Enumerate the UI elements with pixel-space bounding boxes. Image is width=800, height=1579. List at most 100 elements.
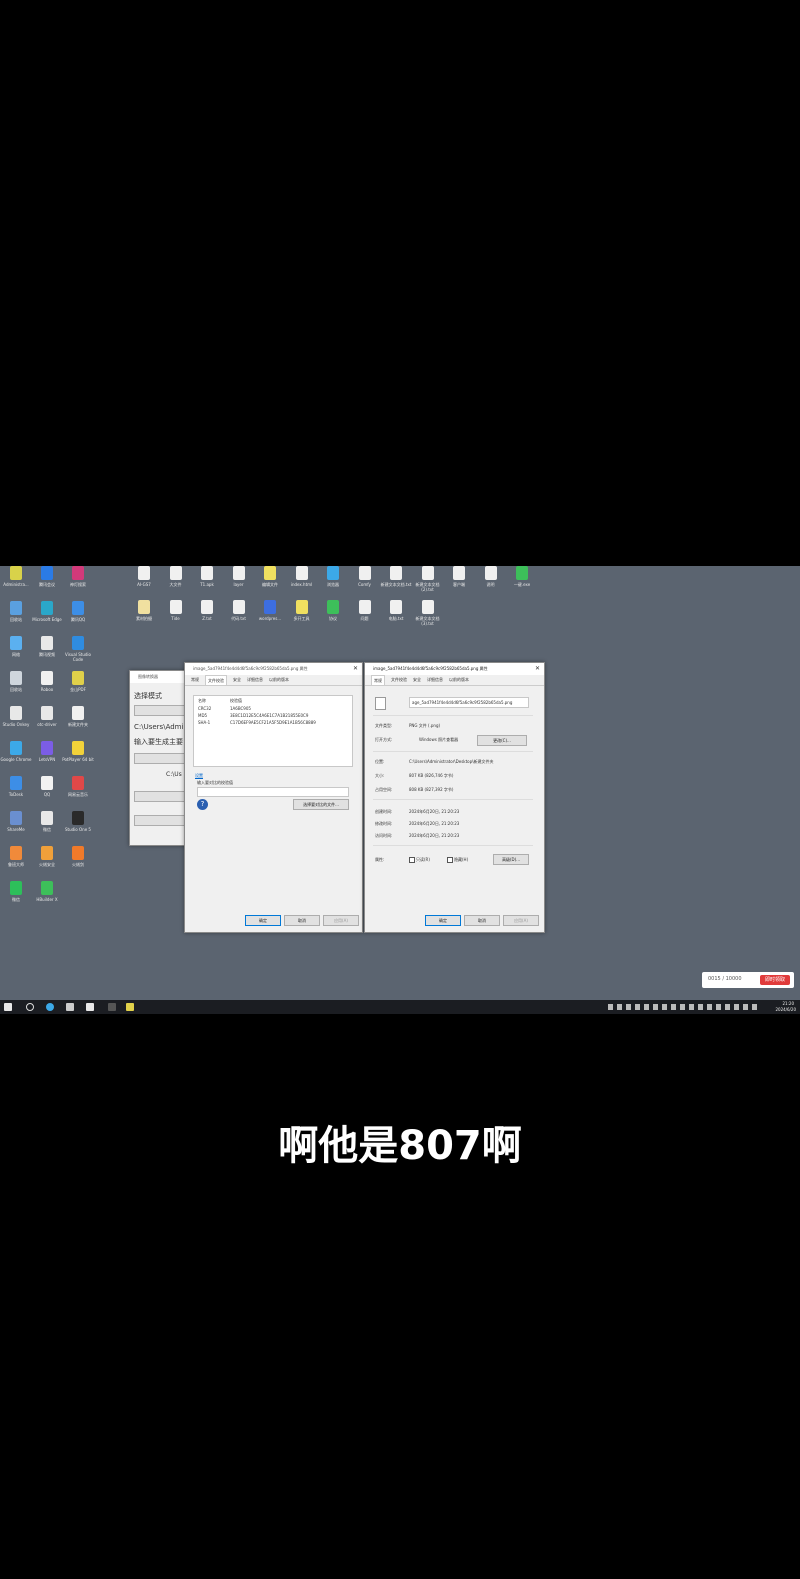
disk-size-label: 占用空间: [375, 787, 393, 792]
desktop-icon[interactable]: 金山PDF [60, 671, 96, 692]
desktop-icon-graphic [264, 600, 276, 614]
bg-app-mode-label: 选择模式 [134, 692, 162, 700]
ok-button[interactable]: 确定 [425, 915, 461, 926]
change-button[interactable]: 更改(C)... [477, 735, 527, 746]
hash-row-name: CRC32 [198, 706, 212, 711]
app-icon[interactable] [108, 1003, 116, 1011]
promo-overlay[interactable]: 0015 / 10000 即时领取 [702, 972, 794, 988]
desktop-icon-graphic [484, 566, 497, 580]
desktop-icon[interactable]: 网易云音乐 [60, 776, 96, 797]
size-label: 大小: [375, 773, 385, 778]
hash-list[interactable]: 名称 校验值 CRC32 1A6BC905 MD5 3E8C1D12E5C4A6… [193, 695, 353, 767]
clock-time[interactable]: 21:20 [782, 1001, 794, 1006]
bg-app-titlebar: 图像转换器 [130, 671, 190, 683]
app-icon[interactable] [86, 1003, 94, 1011]
properties-window-hash[interactable]: image_5ad7941f4e4d4d6f5a6c9c9f2582b65da5… [184, 662, 363, 933]
promo-counter: 0015 / 10000 [708, 976, 742, 982]
desktop-icon-graphic [41, 636, 53, 650]
search-icon[interactable] [26, 1003, 34, 1011]
desktop-icon-graphic [72, 636, 84, 650]
bg-app-window[interactable]: 图像转换器 选择模式 C:\Users\Adminis 输入要生成主要 C:\U… [129, 670, 193, 846]
chrome-icon[interactable] [46, 1003, 54, 1011]
apply-button[interactable]: 应用(A) [323, 915, 359, 926]
desktop-icon-graphic [41, 846, 53, 860]
desktop-icon-label: 火绒剑 [72, 862, 84, 867]
desktop-icon-label: 一键.exe [513, 582, 531, 587]
compare-input[interactable] [197, 787, 349, 797]
desktop-icon-graphic [327, 600, 339, 614]
settings-link[interactable]: 设置 [195, 773, 203, 779]
desktop-icon[interactable]: 新建文件夹 [60, 706, 96, 727]
desktop-icon-graphic [41, 601, 53, 615]
open-with-label: 打开方式: [375, 737, 393, 742]
filename-input[interactable]: age_5ad7941f4e4d4d6f5a6c9c9f2582b65da5.p… [409, 697, 529, 708]
hidden-checkbox[interactable] [447, 857, 453, 863]
tab-bar: 常规 文件校验 安全 详细信息 以前的版本 [365, 675, 544, 686]
tray-icons [608, 1004, 760, 1010]
tab-file-hash[interactable]: 文件校验 [391, 675, 407, 685]
start-icon[interactable] [4, 1003, 12, 1011]
hidden-label: 隐藏(H) [454, 857, 469, 862]
cancel-button[interactable]: 取消 [284, 915, 320, 926]
desktop-icon[interactable]: 神灯搜索 [60, 566, 96, 587]
desktop-icon-graphic [10, 566, 22, 580]
ok-button[interactable]: 确定 [245, 915, 281, 926]
bg-app-button-4[interactable] [134, 815, 188, 826]
tab-details[interactable]: 详细信息 [247, 675, 263, 685]
desktop-icon[interactable]: 一键.exe [504, 566, 540, 587]
desktop-icon[interactable]: PotPlayer 64 bit [60, 741, 96, 762]
hash-row-value: C17D6EF9AE5CF21A5F5D9E1A1B56C8889 [230, 720, 316, 725]
readonly-checkbox[interactable] [409, 857, 415, 863]
tab-general[interactable]: 常规 [191, 675, 199, 685]
desktop-icon-graphic [10, 776, 22, 790]
tab-file-hash[interactable]: 文件校验 [205, 675, 227, 685]
bg-app-button-1[interactable] [134, 705, 188, 716]
compare-label: 输入要对比的校验值 [197, 780, 233, 785]
desktop-icon-label: 新建文本文档(3).txt [415, 616, 440, 626]
desktop-icon[interactable]: 新建文本文档(3).txt [410, 600, 446, 626]
desktop-icon[interactable]: HBuilder X [29, 881, 65, 902]
modified-label: 修改时间: [375, 821, 393, 826]
tab-general[interactable]: 常规 [371, 675, 385, 685]
desktop-icon-graphic [10, 636, 22, 650]
properties-window-general[interactable]: image_5ad7941f4e4d4d6f5a6c9c9f2582b65da5… [364, 662, 545, 933]
active-app-icon[interactable] [126, 1003, 134, 1011]
readonly-label: 只读(R) [416, 857, 430, 862]
tab-details[interactable]: 详细信息 [427, 675, 443, 685]
type-label: 文件类型: [375, 723, 393, 728]
tab-security[interactable]: 安全 [233, 675, 241, 685]
close-icon[interactable]: ✕ [353, 663, 358, 675]
tab-previous-versions[interactable]: 以前的版本 [269, 675, 289, 685]
bg-app-input-label: 输入要生成主要 [134, 738, 183, 746]
desktop-icon-graphic [232, 600, 245, 614]
desktop-icon-graphic [390, 566, 402, 580]
hash-row-value: 1A6BC905 [230, 706, 251, 711]
close-icon[interactable]: ✕ [535, 663, 540, 675]
clock-date[interactable]: 2024/6/20 [775, 1007, 796, 1012]
desktop-icon-graphic [41, 741, 53, 755]
desktop-icon[interactable]: 腾讯QQ [60, 601, 96, 622]
desktop-icon-graphic [41, 566, 53, 580]
tab-security[interactable]: 安全 [413, 675, 421, 685]
task-icon[interactable] [66, 1003, 74, 1011]
desktop-icon-label: Studio One 5 [65, 827, 91, 832]
desktop-icon-graphic [138, 600, 150, 614]
attributes-label: 属性: [375, 857, 385, 862]
promo-button[interactable]: 即时领取 [760, 975, 790, 985]
desktop-icon-graphic [41, 706, 53, 720]
cancel-button[interactable]: 取消 [464, 915, 500, 926]
desktop-icon-graphic [169, 600, 182, 614]
select-compare-file-button[interactable]: 选择要对比的文件... [293, 799, 349, 810]
bg-app-button-2[interactable] [134, 753, 188, 764]
modified-value: 2024年6月20日, 21:20:23 [409, 821, 460, 826]
advanced-button[interactable]: 高级(D)... [493, 854, 529, 865]
desktop-icon[interactable]: 火绒剑 [60, 846, 96, 867]
desktop-icon[interactable]: Visual Studio Code [60, 636, 96, 662]
desktop-icon[interactable]: Studio One 5 [60, 811, 96, 832]
bg-app-button-3[interactable] [134, 791, 188, 802]
hash-header-value: 校验值 [230, 698, 242, 703]
taskbar: 21:20 2024/6/20 [0, 1000, 800, 1014]
tab-previous-versions[interactable]: 以前的版本 [449, 675, 469, 685]
apply-button[interactable]: 应用(A) [503, 915, 539, 926]
desktop-icon-graphic [358, 600, 371, 614]
